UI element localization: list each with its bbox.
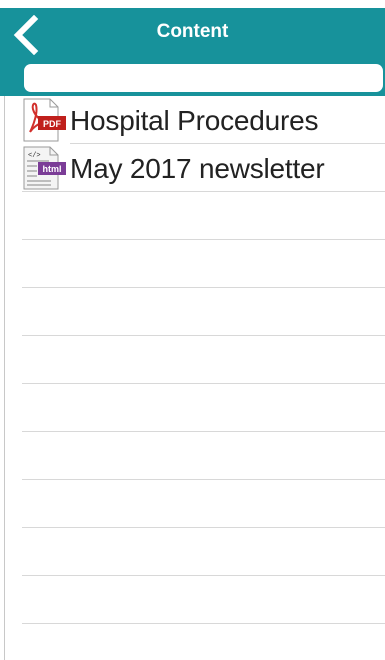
empty-row bbox=[0, 192, 385, 240]
empty-row bbox=[0, 240, 385, 288]
search-bar bbox=[0, 61, 385, 96]
empty-row bbox=[0, 384, 385, 432]
item-label: Hospital Procedures bbox=[70, 105, 319, 136]
page-title: Content bbox=[156, 21, 229, 42]
svg-text:PDF: PDF bbox=[43, 119, 62, 129]
item-label: May 2017 newsletter bbox=[70, 153, 325, 184]
svg-text:html: html bbox=[43, 164, 62, 174]
row-separator bbox=[22, 623, 385, 624]
list-item[interactable]: </> html May 2017 newsletter bbox=[0, 144, 385, 192]
search-input[interactable] bbox=[24, 64, 383, 92]
empty-row bbox=[0, 432, 385, 480]
status-bar bbox=[0, 0, 385, 8]
content-list: PDF Hospital Procedures </> html May 201… bbox=[0, 96, 385, 660]
html-file-icon: </> html bbox=[23, 146, 66, 190]
empty-row bbox=[0, 336, 385, 384]
empty-row bbox=[0, 288, 385, 336]
empty-row bbox=[0, 528, 385, 576]
navigation-bar: Content bbox=[0, 8, 385, 61]
empty-row bbox=[0, 480, 385, 528]
pdf-file-icon: PDF bbox=[23, 98, 66, 142]
empty-row bbox=[0, 576, 385, 624]
svg-text:</>: </> bbox=[28, 152, 41, 160]
list-item[interactable]: PDF Hospital Procedures bbox=[0, 96, 385, 144]
